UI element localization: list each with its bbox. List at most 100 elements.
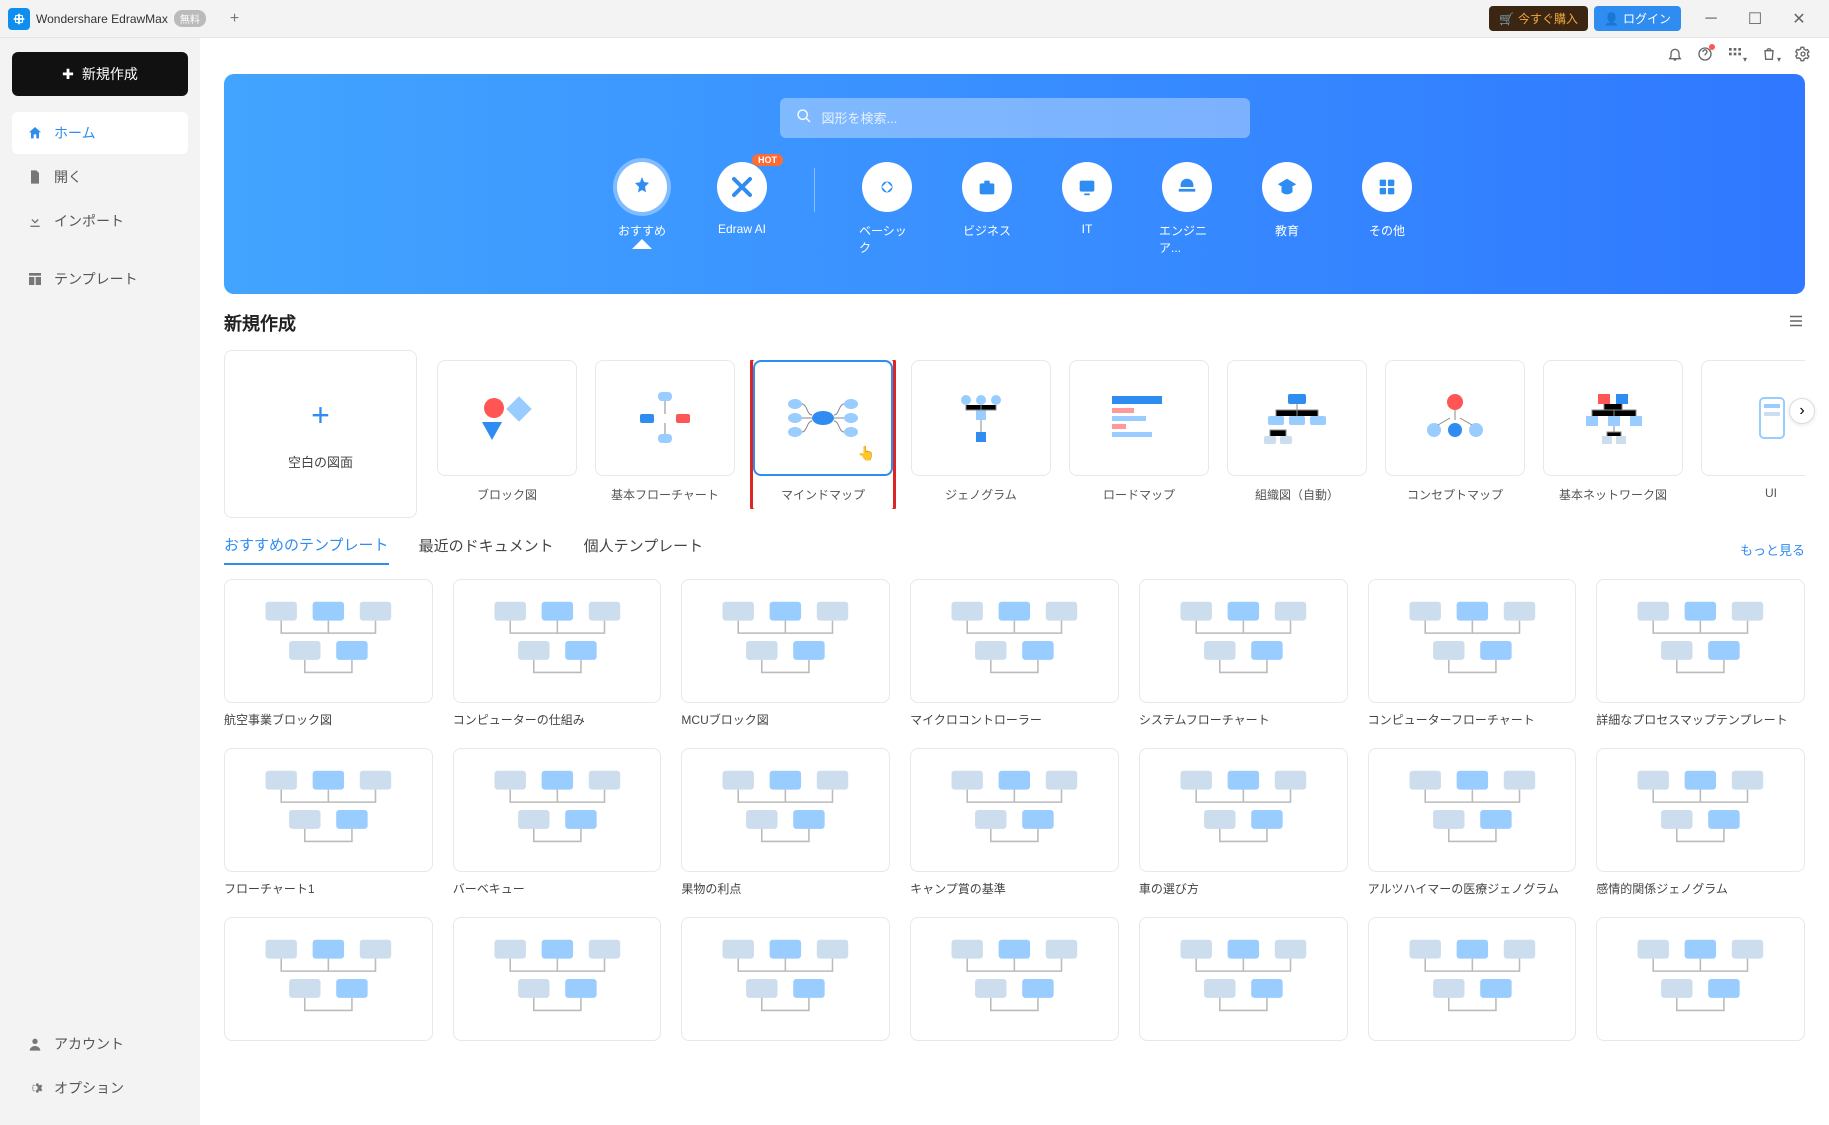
login-button[interactable]: 👤 ログイン — [1594, 6, 1681, 31]
category-other[interactable]: その他 — [1359, 162, 1415, 239]
grid-thumb — [1596, 917, 1805, 1041]
grid-template-card[interactable]: 車の選び方 — [1139, 748, 1348, 897]
app-name: Wondershare EdrawMax — [36, 12, 168, 26]
category-basic[interactable]: ベーシック — [859, 162, 915, 256]
sidebar-item-home[interactable]: ホーム — [12, 112, 188, 154]
grid-template-card[interactable] — [453, 917, 662, 1041]
sidebar-item-account[interactable]: アカウント — [12, 1023, 188, 1065]
grid-template-card[interactable] — [910, 917, 1119, 1041]
sidebar-item-open[interactable]: 開く — [12, 156, 188, 198]
template-card[interactable]: 組織図（自動） — [1227, 360, 1367, 509]
grid-template-card[interactable]: 感情的関係ジェノグラム — [1596, 748, 1805, 897]
category-label: その他 — [1369, 222, 1405, 239]
grid-template-label: 詳細なプロセスマップテンプレート — [1596, 711, 1805, 728]
grid-template-card[interactable]: アルツハイマーの医療ジェノグラム — [1368, 748, 1577, 897]
template-icon — [26, 270, 44, 288]
category-label: おすすめ — [618, 222, 666, 239]
grid-template-card[interactable]: 詳細なプロセスマップテンプレート — [1596, 579, 1805, 728]
bell-icon[interactable] — [1667, 46, 1683, 67]
category-it[interactable]: IT — [1059, 162, 1115, 236]
grid-thumb — [453, 748, 662, 872]
grid-template-card[interactable]: キャンプ賞の基準 — [910, 748, 1119, 897]
grid-template-label: キャンプ賞の基準 — [910, 880, 1119, 897]
sidebar-item-import[interactable]: インポート — [12, 200, 188, 242]
free-badge: 無料 — [174, 10, 206, 27]
close-button[interactable]: ✕ — [1777, 4, 1821, 34]
login-label: ログイン — [1623, 10, 1671, 27]
grid-template-card[interactable]: システムフローチャート — [1139, 579, 1348, 728]
category-engineer[interactable]: エンジニア... — [1159, 162, 1215, 256]
template-card[interactable]: 👆マインドマップ — [753, 360, 893, 509]
sidebar: ✚ 新規作成 ホーム 開く インポート テンプレート アカウント — [0, 38, 200, 1125]
category-education[interactable]: 教育 — [1259, 162, 1315, 239]
grid-template-card[interactable]: 航空事業ブロック図 — [224, 579, 433, 728]
settings-icon[interactable] — [1795, 46, 1811, 67]
grid-template-card[interactable]: コンピューターフローチャート — [1368, 579, 1577, 728]
grid-template-card[interactable] — [224, 917, 433, 1041]
tab-recommended[interactable]: おすすめのテンプレート — [224, 534, 389, 565]
help-icon[interactable] — [1697, 46, 1713, 67]
grid-thumb — [224, 917, 433, 1041]
category-recommended[interactable]: おすすめ — [614, 162, 670, 239]
grid-template-card[interactable] — [1368, 917, 1577, 1041]
template-card[interactable]: ロードマップ — [1069, 360, 1209, 509]
search-box[interactable] — [780, 98, 1250, 138]
grid-thumb — [453, 579, 662, 703]
template-card[interactable]: 基本ネットワーク図 — [1543, 360, 1683, 509]
search-input[interactable] — [822, 111, 1234, 126]
grid-template-card[interactable]: MCUブロック図 — [681, 579, 890, 728]
blank-diagram-card[interactable]: + 空白の図面 — [224, 350, 417, 518]
grid-thumb — [681, 748, 890, 872]
new-tab-button[interactable]: + — [222, 6, 247, 32]
template-card[interactable]: ジェノグラム — [911, 360, 1051, 509]
tab-personal[interactable]: 個人テンプレート — [584, 535, 704, 564]
grid-template-card[interactable]: フローチャート1 — [224, 748, 433, 897]
grid-template-card[interactable]: 果物の利点 — [681, 748, 890, 897]
template-label: マインドマップ — [781, 486, 865, 503]
grid-thumb — [1368, 748, 1577, 872]
buy-now-button[interactable]: 🛒 今すぐ購入 — [1489, 6, 1588, 31]
new-file-button[interactable]: ✚ 新規作成 — [12, 52, 188, 96]
grid-thumb — [453, 917, 662, 1041]
template-label: ロードマップ — [1103, 486, 1175, 503]
plus-icon: ✚ — [62, 66, 74, 83]
grid-template-label: 車の選び方 — [1139, 880, 1348, 897]
template-card[interactable]: UI — [1701, 360, 1805, 509]
maximize-button[interactable]: ☐ — [1733, 4, 1777, 34]
import-icon — [26, 212, 44, 230]
template-card[interactable]: ブロック図 — [437, 360, 577, 509]
sidebar-item-options[interactable]: オプション — [12, 1067, 188, 1109]
shop-icon[interactable]: ▾ — [1761, 46, 1781, 67]
sidebar-item-label: ホーム — [54, 123, 96, 143]
blank-label: 空白の図面 — [288, 452, 353, 471]
grid-template-card[interactable]: マイクロコントローラー — [910, 579, 1119, 728]
sidebar-item-label: アカウント — [54, 1034, 124, 1054]
category-business[interactable]: ビジネス — [959, 162, 1015, 239]
grid-template-card[interactable] — [1596, 917, 1805, 1041]
user-icon: 👤 — [1604, 12, 1619, 26]
minimize-button[interactable]: ─ — [1689, 4, 1733, 34]
list-view-icon[interactable] — [1787, 312, 1805, 335]
template-card[interactable]: コンセプトマップ — [1385, 360, 1525, 509]
plus-icon: + — [311, 397, 330, 434]
section-title: 新規作成 — [224, 310, 296, 336]
grid-template-card[interactable] — [681, 917, 890, 1041]
grid-thumb — [224, 748, 433, 872]
grid-template-card[interactable] — [1139, 917, 1348, 1041]
cart-icon: 🛒 — [1499, 12, 1514, 26]
template-label: 基本ネットワーク図 — [1559, 486, 1667, 503]
tab-recent[interactable]: 最近のドキュメント — [419, 535, 554, 564]
see-all-link[interactable]: もっと見る — [1740, 540, 1805, 559]
apps-icon[interactable]: ▾ — [1727, 46, 1747, 67]
grid-thumb — [1368, 917, 1577, 1041]
category-edraw-ai[interactable]: HOT Edraw AI — [714, 162, 770, 236]
scroll-next-button[interactable]: › — [1789, 398, 1815, 424]
grid-template-label: コンピューターの仕組み — [453, 711, 662, 728]
gear-icon — [26, 1079, 44, 1097]
template-thumb — [1227, 360, 1367, 476]
template-card[interactable]: 基本フローチャート — [595, 360, 735, 509]
sidebar-item-template[interactable]: テンプレート — [12, 258, 188, 300]
grid-template-card[interactable]: コンピューターの仕組み — [453, 579, 662, 728]
grid-template-card[interactable]: バーベキュー — [453, 748, 662, 897]
category-label: ビジネス — [963, 222, 1011, 239]
